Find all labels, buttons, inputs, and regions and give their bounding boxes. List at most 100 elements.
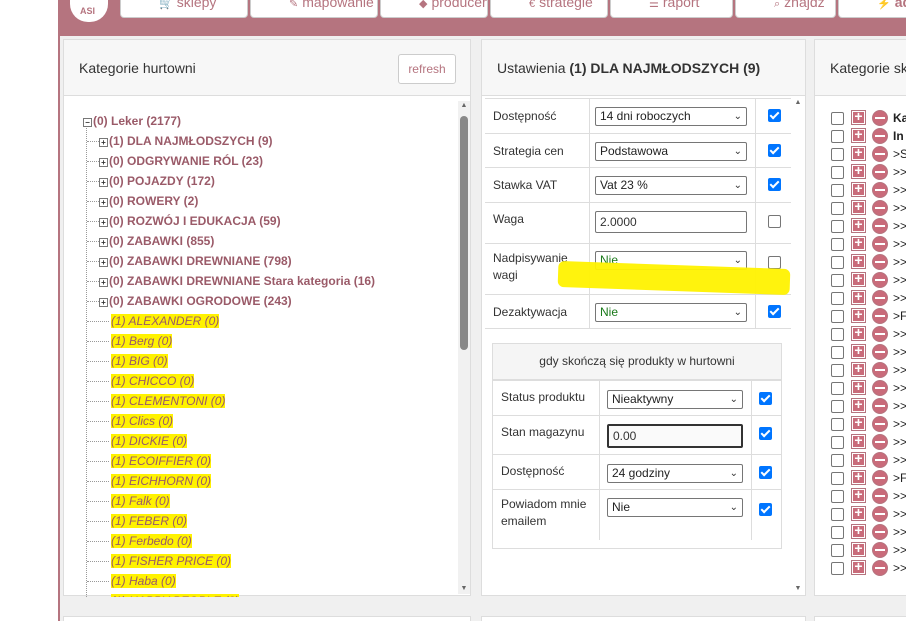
tree-node[interactable]: − (0) Leker (2177) [83, 112, 181, 130]
remove-icon[interactable] [872, 560, 888, 576]
remove-icon[interactable] [872, 470, 888, 486]
scroll-up-icon[interactable]: ▲ [792, 98, 804, 108]
settings-scrollbar[interactable]: ▲ ▼ [792, 98, 804, 594]
add-icon[interactable] [851, 252, 866, 269]
add-icon[interactable] [851, 342, 866, 359]
remove-icon[interactable] [872, 308, 888, 324]
tree-node[interactable]: (1) ALEXANDER (0) [111, 312, 220, 330]
tree-node[interactable]: + (0) ZABAWKI OGRODOWE (243) [99, 292, 292, 310]
remove-icon[interactable] [872, 488, 888, 504]
category-checkbox[interactable] [831, 274, 844, 287]
remove-icon[interactable] [872, 506, 888, 522]
override-checkbox[interactable] [768, 109, 781, 122]
category-checkbox[interactable] [831, 436, 844, 449]
setting-select[interactable]: Podstawowa ⌄ [595, 142, 747, 161]
tree-node[interactable]: + (0) ZABAWKI DREWNIANE Stara kategoria (… [99, 272, 375, 290]
stock-select[interactable]: Nie ⌄ [607, 498, 743, 517]
override-checkbox[interactable] [768, 305, 781, 318]
tree-node[interactable]: + (0) ZABAWKI DREWNIANE (798) [99, 252, 292, 270]
remove-icon[interactable] [872, 218, 888, 234]
category-checkbox[interactable] [831, 346, 844, 359]
tree-node[interactable]: (1) EICHHORN (0) [111, 472, 212, 490]
category-checkbox[interactable] [831, 382, 844, 395]
add-icon[interactable] [851, 270, 866, 287]
expand-icon[interactable]: + [99, 298, 108, 307]
expand-icon[interactable]: + [99, 238, 108, 247]
remove-icon[interactable] [872, 146, 888, 162]
add-icon[interactable] [851, 198, 866, 215]
tree-node[interactable]: (1) Clics (0) [111, 412, 173, 430]
stock-input[interactable]: 0.00 [607, 424, 743, 448]
scroll-down-icon[interactable]: ▼ [792, 584, 804, 594]
add-icon[interactable] [851, 126, 866, 143]
remove-icon[interactable] [872, 362, 888, 378]
setting-select[interactable]: 14 dni roboczych ⌄ [595, 107, 747, 126]
add-icon[interactable] [851, 306, 866, 323]
add-icon[interactable] [851, 468, 866, 485]
collapse-icon[interactable]: − [83, 118, 92, 127]
setting-select[interactable]: Vat 23 % ⌄ [595, 176, 747, 195]
stock-select[interactable]: Nieaktywny ⌄ [607, 390, 743, 409]
category-checkbox[interactable] [831, 562, 844, 575]
nav-tab-6[interactable]: ⚡admi [838, 0, 906, 18]
tree-node[interactable]: + (1) DLA NAJMŁODSZYCH (9) [99, 132, 273, 150]
category-checkbox[interactable] [831, 166, 844, 179]
remove-icon[interactable] [872, 452, 888, 468]
category-checkbox[interactable] [831, 490, 844, 503]
remove-icon[interactable] [872, 272, 888, 288]
category-checkbox[interactable] [831, 328, 844, 341]
add-icon[interactable] [851, 540, 866, 557]
category-checkbox[interactable] [831, 364, 844, 377]
add-icon[interactable] [851, 504, 866, 521]
add-icon[interactable] [851, 558, 866, 575]
category-checkbox[interactable] [831, 400, 844, 413]
weight-input[interactable]: 2.0000 [595, 211, 747, 233]
tree-node[interactable]: + (0) ROWERY (2) [99, 192, 198, 210]
override-checkbox[interactable] [768, 178, 781, 191]
category-checkbox[interactable] [831, 256, 844, 269]
expand-icon[interactable]: + [99, 198, 108, 207]
remove-icon[interactable] [872, 326, 888, 342]
tree-node[interactable]: (1) FEBER (0) [111, 512, 188, 530]
remove-icon[interactable] [872, 110, 888, 126]
expand-icon[interactable]: + [99, 138, 108, 147]
add-icon[interactable] [851, 450, 866, 467]
tree-node[interactable]: (1) Berg (0) [111, 332, 173, 350]
tree-node[interactable]: (1) FISHER PRICE (0) [111, 552, 232, 570]
tree-node[interactable]: + (0) ZABAWKI (855) [99, 232, 214, 250]
stock-checkbox[interactable] [759, 466, 772, 479]
stock-checkbox[interactable] [759, 392, 772, 405]
category-checkbox[interactable] [831, 220, 844, 233]
expand-icon[interactable]: + [99, 258, 108, 267]
override-checkbox[interactable] [768, 144, 781, 157]
tree-node[interactable]: + (0) ROZWÓJ I EDUKACJA (59) [99, 212, 281, 230]
stock-checkbox[interactable] [759, 503, 772, 516]
category-checkbox[interactable] [831, 238, 844, 251]
category-checkbox[interactable] [831, 112, 844, 125]
category-checkbox[interactable] [831, 130, 844, 143]
tree-node[interactable]: (1) BIG (0) [111, 352, 168, 370]
remove-icon[interactable] [872, 182, 888, 198]
add-icon[interactable] [851, 378, 866, 395]
remove-icon[interactable] [872, 128, 888, 144]
tree-node[interactable]: (1) CHICCO (0) [111, 372, 195, 390]
tree-node[interactable]: (1) Ferbedo (0) [111, 532, 192, 550]
tree-node[interactable]: + (0) ODGRYWANIE RÓL (23) [99, 152, 263, 170]
tree-node[interactable]: (1) Haba (0) [111, 572, 176, 590]
tree-node[interactable]: (1) Falk (0) [111, 492, 170, 510]
category-checkbox[interactable] [831, 202, 844, 215]
remove-icon[interactable] [872, 290, 888, 306]
remove-icon[interactable] [872, 254, 888, 270]
add-icon[interactable] [851, 432, 866, 449]
tree-scrollbar[interactable]: ▲ ▼ [458, 101, 470, 594]
category-checkbox[interactable] [831, 526, 844, 539]
expand-icon[interactable]: + [99, 158, 108, 167]
override-checkbox[interactable] [768, 256, 781, 269]
expand-icon[interactable]: + [99, 218, 108, 227]
add-icon[interactable] [851, 108, 866, 125]
tree-node[interactable]: (1) CLEMENTONI (0) [111, 392, 226, 410]
nav-tab-5[interactable]: ⌕ znajdź [735, 0, 836, 18]
tree-node[interactable]: (1) ECOIFFIER (0) [111, 452, 212, 470]
remove-icon[interactable] [872, 542, 888, 558]
tree-node[interactable]: (1) DICKIE (0) [111, 432, 188, 450]
